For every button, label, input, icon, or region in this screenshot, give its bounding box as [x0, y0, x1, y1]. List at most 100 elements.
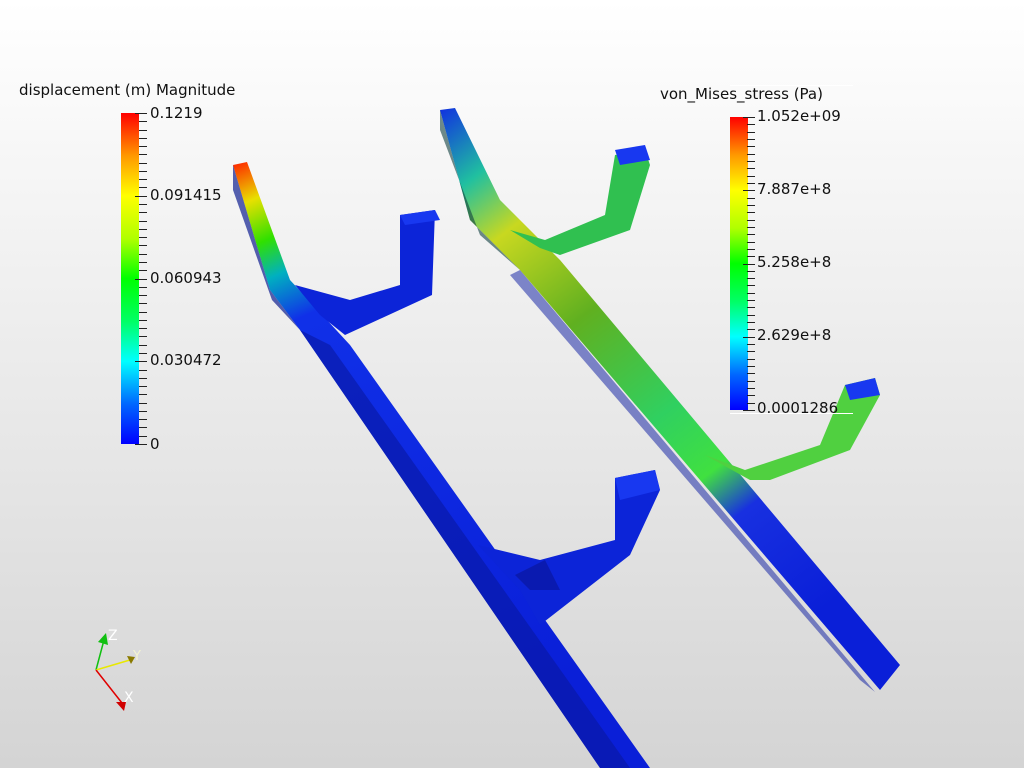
tick-mark	[747, 182, 755, 184]
tick-mark	[135, 361, 147, 363]
orientation-axes: Z Y X	[95, 628, 141, 711]
tick-mark	[747, 300, 755, 302]
tick-mark	[139, 352, 147, 354]
tick-mark	[747, 146, 755, 148]
tick-mark	[747, 351, 755, 353]
x-axis-label: X	[124, 690, 134, 706]
tick-mark	[747, 373, 755, 375]
tick-mark	[135, 278, 147, 280]
tick-mark	[747, 234, 755, 236]
tick-mark	[139, 170, 147, 172]
tick-mark	[139, 212, 147, 214]
tick-mark	[747, 402, 755, 404]
tick-mark	[139, 386, 147, 388]
tick-mark	[139, 129, 147, 131]
tick-mark	[139, 270, 147, 272]
tick-mark	[139, 245, 147, 247]
tick-mark	[139, 410, 147, 412]
tick-mark	[139, 344, 147, 346]
tick-mark	[139, 261, 147, 263]
displacement-mesh	[233, 162, 660, 768]
tick-mark	[747, 153, 755, 155]
tick-mark	[139, 394, 147, 396]
legend-label: 0.091415	[150, 186, 222, 204]
tick-mark	[747, 380, 755, 382]
tick-mark	[743, 263, 755, 265]
tick-mark	[139, 402, 147, 404]
legend-label: 2.629e+8	[757, 326, 832, 344]
tick-marks	[743, 117, 757, 411]
tick-mark	[139, 204, 147, 206]
tick-mark	[743, 410, 755, 411]
tick-mark	[139, 162, 147, 164]
tick-mark	[135, 444, 147, 445]
tick-mark	[135, 195, 147, 197]
tick-mark	[747, 307, 755, 309]
tick-mark	[743, 117, 755, 118]
tick-mark	[747, 138, 755, 140]
tick-mark	[139, 179, 147, 181]
tick-mark	[139, 435, 147, 437]
tick-mark	[139, 303, 147, 305]
tick-mark	[747, 226, 755, 228]
tick-mark	[747, 395, 755, 397]
tick-mark	[139, 146, 147, 148]
legend-title: displacement (m) Magnitude	[19, 81, 236, 99]
tick-mark	[139, 377, 147, 379]
tick-mark	[747, 292, 755, 294]
tick-mark	[139, 311, 147, 313]
tick-mark	[139, 419, 147, 421]
tick-mark	[747, 131, 755, 133]
tick-mark	[747, 256, 755, 258]
tick-mark	[139, 286, 147, 288]
tick-mark	[139, 336, 147, 338]
legend-label-max: 0.1219	[150, 104, 203, 122]
tick-mark	[139, 137, 147, 139]
tick-mark	[747, 204, 755, 206]
tick-mark	[139, 369, 147, 371]
tick-mark	[747, 197, 755, 199]
tick-mark	[139, 319, 147, 321]
z-axis-label: Z	[108, 628, 118, 644]
tick-mark	[747, 344, 755, 346]
z-axis-cone	[98, 633, 108, 645]
legend-label-max: 1.052e+09	[757, 107, 841, 125]
legend-label-min: 0	[150, 435, 160, 453]
tick-mark	[139, 328, 147, 330]
legend-label: 0.030472	[150, 351, 222, 369]
legend-title: von_Mises_stress (Pa)	[660, 85, 823, 103]
tick-mark	[747, 322, 755, 324]
tick-mark	[747, 366, 755, 368]
tick-mark	[139, 121, 147, 123]
legend-label: 0.060943	[150, 269, 222, 287]
tick-mark	[747, 285, 755, 287]
tick-mark	[747, 270, 755, 272]
tick-mark	[139, 427, 147, 429]
tick-mark	[139, 154, 147, 156]
tick-mark	[139, 253, 147, 255]
tick-mark	[747, 160, 755, 162]
tick-mark	[743, 190, 755, 192]
tick-mark	[139, 220, 147, 222]
tick-mark	[139, 228, 147, 230]
tick-marks	[135, 113, 149, 445]
legend-label: 5.258e+8	[757, 253, 832, 271]
tick-mark	[139, 187, 147, 189]
tick-mark	[139, 237, 147, 239]
tick-mark	[747, 329, 755, 331]
tick-mark	[747, 241, 755, 243]
legend-label: 7.887e+8	[757, 180, 832, 198]
tick-mark	[139, 295, 147, 297]
tick-mark	[743, 336, 755, 338]
y-axis-label: Y	[132, 649, 141, 664]
tick-mark	[747, 314, 755, 316]
tick-mark	[747, 168, 755, 170]
tick-mark	[135, 113, 147, 114]
tick-mark	[747, 124, 755, 126]
tick-mark	[747, 278, 755, 280]
tick-mark	[747, 248, 755, 250]
tick-mark	[747, 212, 755, 214]
tick-mark	[747, 219, 755, 221]
tick-mark	[747, 388, 755, 390]
tick-mark	[747, 175, 755, 177]
